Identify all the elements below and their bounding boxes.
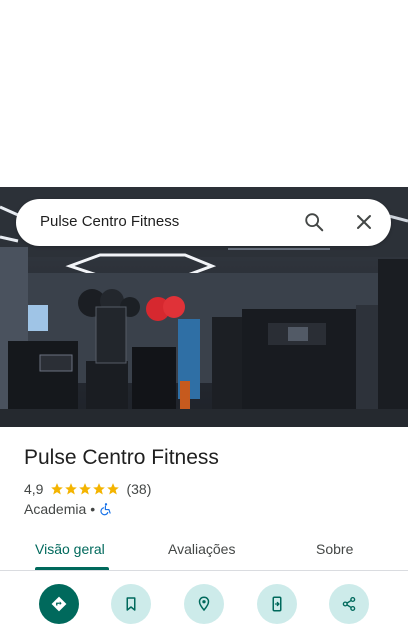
nearby-button[interactable] [184,584,224,624]
separator-dot: • [90,501,96,517]
share-button[interactable] [329,584,369,624]
tabs-divider [0,570,408,571]
rating-value: 4,9 [24,481,44,497]
directions-button[interactable] [39,584,79,624]
search-bar[interactable]: Pulse Centro Fitness [16,199,391,246]
close-icon[interactable] [354,212,374,232]
tab-reviews[interactable]: Avaliações [168,541,235,557]
star-icon [51,483,64,495]
category-row: Academia • [24,500,113,518]
search-input[interactable]: Pulse Centro Fitness [40,213,179,230]
place-category: Academia [24,501,87,517]
search-icon[interactable] [303,211,325,233]
star-rating [50,482,120,496]
star-icon [107,483,120,495]
star-icon [65,483,78,495]
rating-row[interactable]: 4,9 (38) [24,480,151,498]
directions-icon [51,596,67,612]
star-icon [79,483,92,495]
save-button[interactable] [111,584,151,624]
map-area-blank [0,0,408,187]
action-buttons [0,584,408,624]
star-icon [93,483,106,495]
tab-overview[interactable]: Visão geral [35,541,105,557]
place-title: Pulse Centro Fitness [24,446,219,469]
wheelchair-icon [100,503,111,516]
place-tabs: Visão geral Avaliações Sobre [0,530,408,570]
review-count[interactable]: (38) [126,481,151,497]
bookmark-icon [126,597,136,611]
send-to-phone-icon [272,596,282,612]
nearby-icon [198,596,210,612]
send-to-phone-button[interactable] [257,584,297,624]
tab-about[interactable]: Sobre [316,541,353,557]
share-icon [342,596,356,612]
